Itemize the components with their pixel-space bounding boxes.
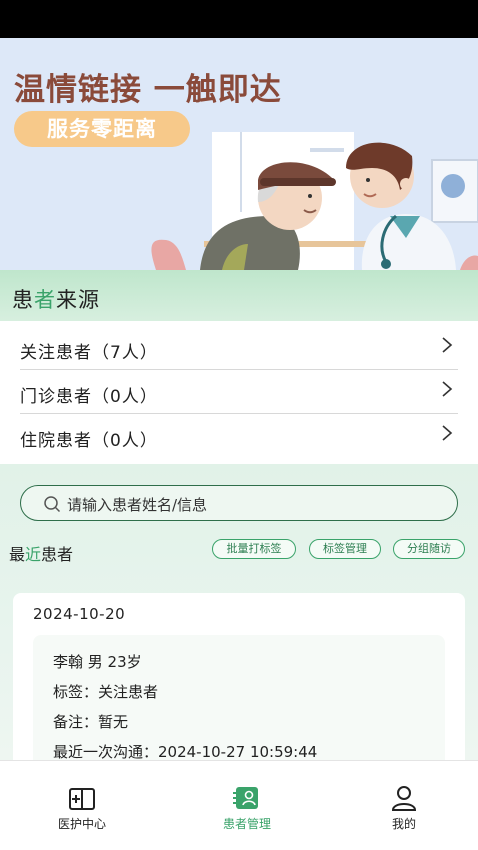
patient-tag: 标签：关注患者	[53, 683, 159, 701]
source-item-outpatient[interactable]: 门诊患者（0人）	[20, 370, 458, 414]
tab-medical-center[interactable]: 医护中心	[22, 761, 142, 841]
medical-kit-icon	[69, 788, 95, 810]
source-item-label: 门诊患者（0人）	[20, 387, 158, 407]
title-highlight: 者	[34, 288, 56, 312]
title-highlight: 近	[25, 545, 42, 564]
source-item-inpatient[interactable]: 住院患者（0人）	[20, 414, 458, 458]
patient-source-header: 患者来源	[0, 270, 478, 321]
source-item-followed[interactable]: 关注患者（7人）	[20, 326, 458, 370]
title-part: 来源	[56, 288, 100, 312]
patient-name-gender-age: 李翰 男 23岁	[53, 653, 142, 671]
tab-label: 患者管理	[222, 817, 271, 831]
patient-note: 备注：暂无	[53, 713, 129, 731]
source-item-label: 关注患者（7人）	[20, 343, 158, 363]
chevron-right-icon	[442, 425, 453, 441]
tab-patient-management[interactable]: 患者管理	[187, 761, 307, 841]
recent-patients-section: 请输入患者姓名/信息 最近患者 批量打标签 标签管理 分组随访 2024-10-…	[0, 464, 478, 793]
recent-patients-title: 最近患者	[9, 541, 73, 565]
patient-source-title: 患者来源	[12, 284, 100, 314]
batch-tag-button[interactable]: 批量打标签	[212, 539, 296, 559]
search-input[interactable]: 请输入患者姓名/信息	[20, 485, 458, 521]
chevron-right-icon	[442, 381, 453, 397]
chevron-right-icon	[442, 337, 453, 353]
patient-card-icon	[233, 787, 258, 809]
banner: 温情链接 一触即达 服务零距离	[0, 38, 478, 270]
group-followup-button[interactable]: 分组随访	[393, 539, 465, 559]
patient-source-section: 患者来源 关注患者（7人） 门诊患者（0人） 住院患者（0人）	[0, 270, 478, 464]
title-part: 患	[12, 288, 34, 312]
person-icon	[391, 786, 417, 811]
source-item-label: 住院患者（0人）	[20, 431, 158, 451]
doctor-patient-illustration	[151, 132, 478, 270]
title-part: 患者	[41, 545, 74, 564]
tab-label: 医护中心	[57, 817, 106, 831]
search-placeholder: 请输入患者姓名/信息	[67, 496, 208, 514]
title-part: 最	[9, 545, 26, 564]
record-date: 2024-10-20	[33, 605, 126, 623]
tab-mine[interactable]: 我的	[344, 761, 464, 841]
status-bar	[0, 0, 478, 38]
bottom-tab-bar: 医护中心 患者管理 我的	[0, 760, 478, 850]
tab-label: 我的	[391, 817, 416, 831]
tag-management-button[interactable]: 标签管理	[309, 539, 381, 559]
search-icon	[44, 496, 61, 513]
last-contact: 最近一次沟通：2024-10-27 10:59:44	[53, 743, 318, 761]
